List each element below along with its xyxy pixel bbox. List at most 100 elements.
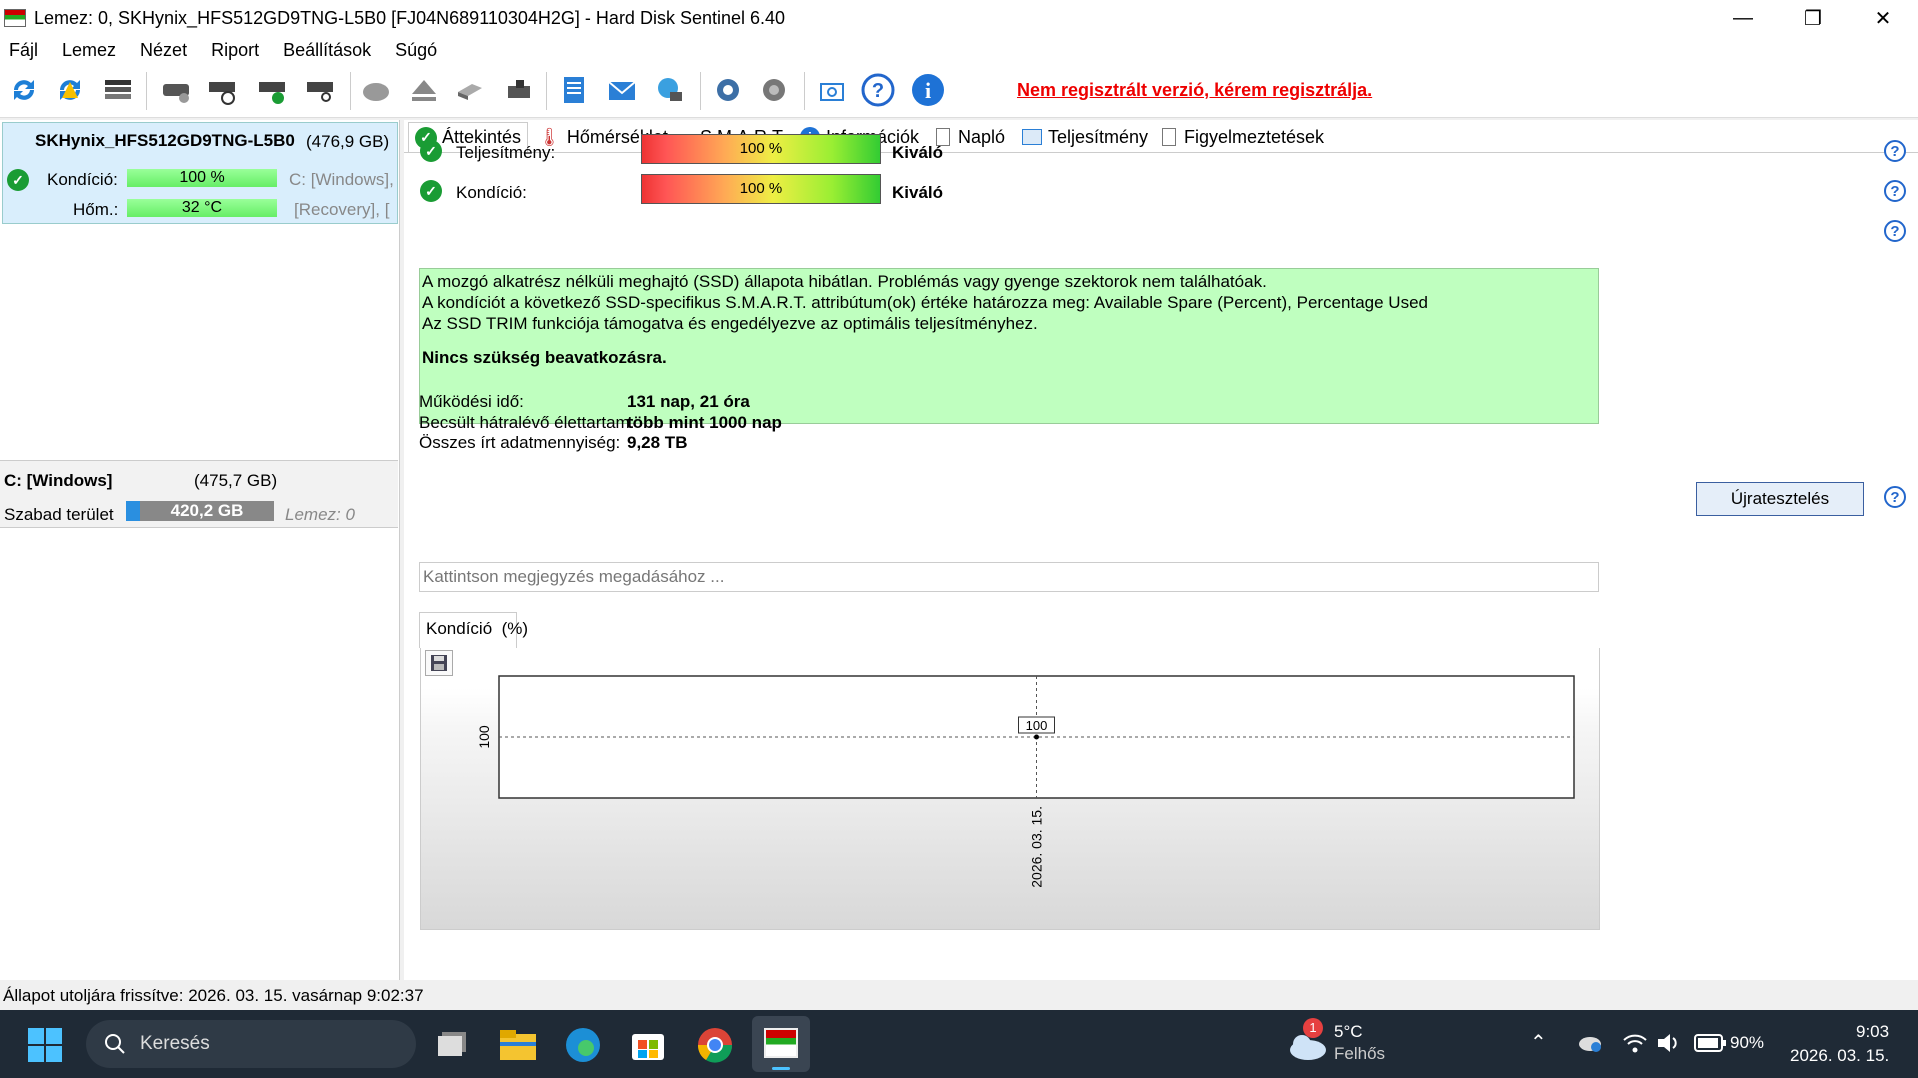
start-windows-icon[interactable]: [28, 1028, 62, 1067]
disk-ok-icon[interactable]: [254, 72, 290, 108]
disk-search-icon[interactable]: [302, 72, 338, 108]
help-icon[interactable]: ?: [1884, 140, 1906, 162]
external-disk-icon[interactable]: [452, 72, 488, 108]
action-message: Nincs szükség beavatkozásra.: [422, 348, 667, 367]
tab-performance[interactable]: Teljesítmény: [1016, 122, 1154, 152]
uptime-label: Működési idő:: [419, 392, 524, 411]
search-box[interactable]: Keresés: [86, 1020, 416, 1068]
eject-icon[interactable]: [406, 72, 442, 108]
disk-size: (476,9 GB): [306, 132, 390, 151]
task-view-icon[interactable]: [434, 1028, 470, 1060]
weather-badge: 1: [1303, 1018, 1323, 1038]
help-icon[interactable]: ?: [1884, 220, 1906, 242]
volume-name: C: [Windows]: [4, 471, 113, 490]
close-button[interactable]: ✕: [1848, 0, 1918, 36]
condition-ok-icon: ✓: [420, 180, 442, 202]
file-explorer-icon[interactable]: [498, 1028, 538, 1067]
temp-bar: 32 °C: [127, 199, 277, 217]
disk-info-icon[interactable]: [500, 72, 536, 108]
written-value: 9,28 TB: [627, 433, 688, 452]
window-title: Lemez: 0, SKHynix_HFS512GD9TNG-L5B0 [FJ0…: [34, 7, 786, 28]
screenshot-camera-icon[interactable]: [814, 72, 850, 108]
title-bar: Lemez: 0, SKHynix_HFS512GD9TNG-L5B0 [FJ0…: [0, 0, 1918, 36]
battery-percent: 90%: [1730, 1033, 1765, 1052]
disk-test-icon[interactable]: [158, 72, 194, 108]
disk-surface-icon[interactable]: [358, 72, 394, 108]
weather-desc: Felhős: [1334, 1044, 1386, 1063]
help-icon[interactable]: ?: [1884, 180, 1906, 202]
menu-view[interactable]: Nézet: [128, 40, 199, 61]
free-space-bar: 420,2 GB: [126, 501, 274, 521]
performance-chart-icon: [1022, 129, 1042, 145]
retest-button[interactable]: Újratesztelés: [1696, 482, 1864, 516]
lifetime-value: több mint 1000 nap: [627, 413, 782, 432]
menu-bar: Fájl Lemez Nézet Riport Beállítások Súgó: [0, 36, 1918, 64]
volume-recovery-ref: [Recovery], [: [294, 200, 390, 219]
condition-rating: Kiváló: [892, 183, 944, 202]
battery-icon[interactable]: [1694, 1034, 1726, 1057]
volume-card[interactable]: C: [Windows] (475,7 GB) Szabad terület 4…: [0, 460, 398, 528]
store-icon[interactable]: [630, 1026, 666, 1067]
chrome-icon[interactable]: [696, 1026, 734, 1069]
performance-ok-icon: ✓: [420, 140, 442, 162]
data-point: [1034, 734, 1039, 740]
info-icon[interactable]: i: [910, 72, 946, 108]
maximize-button[interactable]: ❐: [1778, 0, 1848, 36]
menu-disk[interactable]: Lemez: [50, 40, 128, 61]
lifetime-label: Becsült hátralévő élettartam:: [419, 413, 635, 432]
minimize-button[interactable]: —: [1708, 0, 1778, 36]
menu-report[interactable]: Riport: [199, 40, 271, 61]
condition-label: Kondíció:: [456, 183, 527, 202]
free-space-label: Szabad terület: [4, 505, 114, 524]
note-input[interactable]: Kattintson megjegyzés megadásához ...: [419, 562, 1599, 592]
y-tick-label: 100: [476, 725, 492, 749]
condition-bar: 100 %: [641, 174, 881, 204]
chevron-up-icon[interactable]: ⌃: [1530, 1030, 1547, 1055]
taskbar: Keresés 1 5°C Felhős ⌃ 90% 9:03 2026. 03…: [0, 1010, 1918, 1078]
clock-time[interactable]: 9:03: [1856, 1022, 1889, 1042]
wifi-icon[interactable]: [1622, 1032, 1648, 1059]
x-tick-label: 2026. 03. 15.: [1029, 806, 1045, 888]
temp-label: Hőm.:: [73, 200, 119, 219]
help-icon[interactable]: ?: [860, 72, 896, 108]
status-line: A mozgó alkatrész nélküli meghajtó (SSD)…: [422, 272, 1267, 291]
search-icon: [105, 1034, 125, 1054]
status-bar: Állapot utoljára frissítve: 2026. 03. 15…: [0, 982, 1918, 1010]
disk-name: SKHynix_HFS512GD9TNG-L5B0: [35, 131, 295, 150]
app-icon: [4, 9, 26, 27]
register-link[interactable]: Nem regisztrált verzió, kérem regisztrál…: [1017, 80, 1372, 101]
menu-file[interactable]: Fájl: [0, 40, 50, 61]
onedrive-icon[interactable]: [1576, 1032, 1602, 1057]
volume-windows-ref: C: [Windows],: [289, 170, 394, 189]
status-text: Állapot utoljára frissítve: 2026. 03. 15…: [3, 986, 424, 1005]
tab-alerts[interactable]: Figyelmeztetések: [1156, 122, 1330, 152]
volume-size: (475,7 GB): [194, 471, 278, 490]
disk-card[interactable]: SKHynix_HFS512GD9TNG-L5B0 (476,9 GB) ✓ K…: [2, 122, 398, 224]
settings-gear-icon[interactable]: [710, 72, 746, 108]
refresh-warning-icon[interactable]: [52, 72, 88, 108]
disk-schedule-icon[interactable]: [204, 72, 240, 108]
mail-icon[interactable]: [604, 72, 640, 108]
left-panel: SKHynix_HFS512GD9TNG-L5B0 (476,9 GB) ✓ K…: [0, 120, 400, 980]
svg-text:i: i: [925, 78, 931, 103]
volume-icon[interactable]: [1656, 1032, 1682, 1059]
help-icon[interactable]: ?: [1884, 486, 1906, 508]
menu-help[interactable]: Súgó: [383, 40, 449, 61]
uptime-value: 131 nap, 21 óra: [627, 392, 750, 411]
performance-bar: 100 %: [641, 134, 881, 164]
report-icon[interactable]: [556, 72, 592, 108]
disk-list-icon[interactable]: [100, 72, 136, 108]
condition-label: Kondíció:: [47, 170, 118, 189]
status-line: A kondíciót a következő SSD-specifikus S…: [422, 293, 1428, 312]
hard-disk-sentinel-taskbar-icon[interactable]: [752, 1016, 810, 1072]
clock-date[interactable]: 2026. 03. 15.: [1790, 1046, 1889, 1066]
sound-icon[interactable]: [756, 72, 792, 108]
alerts-icon: [1162, 128, 1176, 146]
network-icon[interactable]: [652, 72, 688, 108]
refresh-icon[interactable]: [6, 72, 42, 108]
menu-settings[interactable]: Beállítások: [271, 40, 383, 61]
chart-panel: 100 2026. 03. 15. 100: [420, 648, 1600, 930]
edge-browser-icon[interactable]: [564, 1026, 602, 1069]
chart-tab-condition[interactable]: Kondíció (%): [419, 612, 528, 648]
ok-check-icon: ✓: [7, 169, 29, 191]
